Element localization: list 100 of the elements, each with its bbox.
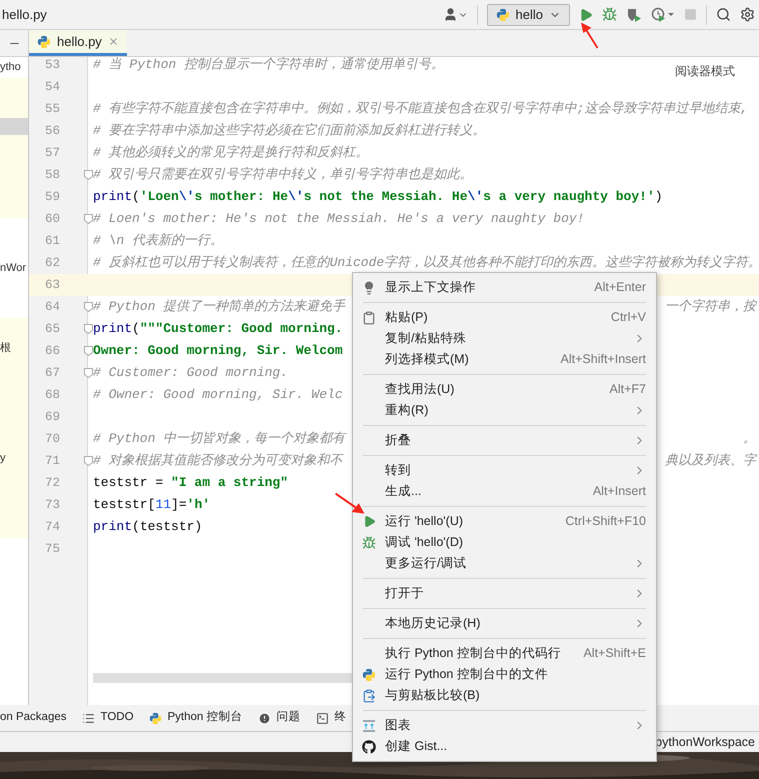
github-icon: [362, 740, 376, 754]
code-line: # Python 提供了一种简单的方法来避免手: [93, 298, 346, 316]
shortcut-label: Alt+Shift+E: [583, 645, 646, 662]
line-number: 64: [45, 298, 60, 316]
clipboard-icon: [362, 310, 376, 324]
line-number: 70: [45, 430, 60, 448]
coverage-icon[interactable]: [626, 6, 642, 22]
line-number: 57: [45, 144, 60, 162]
clipboard-compare-icon: [362, 688, 376, 702]
alert-icon: [258, 712, 271, 724]
menu-item[interactable]: 复制/粘贴特殊: [353, 329, 466, 348]
tool-window-tab[interactable]: on Packages: [0, 709, 66, 727]
run-icon[interactable]: [579, 8, 593, 22]
shortcut-label: Alt+Insert: [592, 483, 646, 500]
menu-item[interactable]: 执行 Python 控制台中的代码行: [353, 644, 561, 663]
tool-window-tab[interactable]: Python 控制台: [148, 709, 243, 727]
menu-item[interactable]: 粘贴(P): [353, 308, 428, 327]
search-icon[interactable]: [716, 7, 731, 22]
line-number: 66: [45, 342, 60, 360]
code-line: # 对象根据其值能否修改分为可变对象和不: [93, 452, 343, 470]
line-number: 62: [45, 254, 60, 272]
line-number: 61: [45, 232, 60, 250]
project-tree-item[interactable]: 根: [0, 340, 11, 356]
code-line: # 有些字符不能直接包含在字符串中。例如，双引号不能直接包含在双引号字符串中;这会导致字符串过早地结束,: [93, 100, 748, 118]
line-number: 73: [45, 496, 60, 514]
fold-marker-icon[interactable]: [84, 302, 93, 312]
fold-marker-icon[interactable]: [84, 170, 93, 180]
shortcut-label: Alt+Enter: [594, 279, 646, 296]
reader-mode-label[interactable]: 阅读器模式: [675, 62, 735, 80]
code-line: # 其他必须转义的常见字符是换行符和反斜杠。: [93, 144, 369, 162]
menu-item[interactable]: 运行 Python 控制台中的文件: [353, 665, 548, 684]
code-line: # \n 代表新的一行。: [93, 232, 224, 250]
code-line: # Customer: Good morning.: [93, 364, 288, 382]
bug-icon[interactable]: [602, 7, 617, 22]
code-line: Owner: Good morning, Sir. Welcom: [93, 342, 343, 360]
menu-item[interactable]: 与剪贴板比较(B): [353, 686, 480, 705]
line-number: 65: [45, 320, 60, 338]
code-line: 。: [743, 430, 756, 448]
menu-item[interactable]: 图表: [353, 716, 411, 735]
code-line: # 要在字符串中添加这些字符必须在它们面前添加反斜杠进行转义。: [93, 122, 486, 140]
run-config-dropdown[interactable]: hello: [486, 4, 570, 26]
code-line: # 反斜杠也可以用于转义制表符，任意的Unicode字符，以及其他各种不能打印的东西。这些字符被称为转义字符。: [93, 254, 759, 272]
fold-marker-icon[interactable]: [84, 346, 93, 356]
project-tree-item[interactable]: nWor: [0, 260, 26, 276]
menu-item[interactable]: 转到: [353, 461, 411, 480]
editor-tab[interactable]: hello.py: [29, 30, 127, 56]
fold-marker-icon[interactable]: [84, 456, 93, 466]
project-tree-item[interactable]: y: [0, 450, 6, 466]
code-line: # Loen's mother: He's not the Messiah. He's a very naughty boy!: [93, 210, 584, 228]
line-number: 53: [45, 56, 60, 74]
menu-item[interactable]: 调试 'hello'(D): [353, 533, 464, 552]
fold-marker-icon[interactable]: [84, 324, 93, 334]
project-tree-item[interactable]: ytho: [0, 59, 21, 76]
fold-marker-icon[interactable]: [84, 368, 93, 378]
menu-item[interactable]: 查找用法(U): [353, 380, 454, 399]
menu-item[interactable]: 创建 Gist...: [353, 737, 448, 756]
line-number: 69: [45, 408, 60, 426]
shortcut-label: Alt+Shift+Insert: [560, 351, 646, 368]
line-number: 63: [45, 276, 60, 294]
tool-window-tab[interactable]: 问题: [258, 709, 301, 727]
menu-item[interactable]: 打开于: [353, 584, 424, 603]
line-number: 74: [45, 518, 60, 536]
close-icon[interactable]: [108, 36, 119, 47]
menu-item[interactable]: 本地历史记录(H): [353, 614, 480, 633]
run-icon: [362, 515, 376, 528]
account-button[interactable]: [442, 7, 468, 22]
line-number: 55: [45, 100, 60, 118]
line-number: 67: [45, 364, 60, 382]
code-line: # 当 Python 控制台显示一个字符串时，通常使用单引号。: [93, 56, 444, 74]
user-icon: [442, 7, 458, 22]
menu-item[interactable]: 运行 'hello'(U): [353, 512, 464, 531]
bug-icon: [362, 536, 376, 550]
shortcut-label: Ctrl+V: [610, 309, 646, 326]
settings-icon[interactable]: [740, 7, 755, 22]
menu-item[interactable]: 更多运行/调试: [353, 554, 466, 573]
list-icon: [82, 712, 94, 724]
tool-window-tab[interactable]: TODO: [82, 709, 134, 727]
code-line: 典以及列表、字: [665, 452, 756, 470]
line-number: 59: [45, 188, 60, 206]
fold-marker-icon[interactable]: [84, 214, 93, 224]
python-logo-icon: [362, 668, 376, 682]
menu-item[interactable]: 折叠: [353, 431, 411, 450]
tool-window-tab[interactable]: 终: [316, 709, 347, 727]
python-logo-icon: [496, 8, 510, 22]
code-line: # 双引号只需要在双引号字符串中转义，单引号字符串也是如此。: [93, 166, 473, 184]
line-number: 60: [45, 210, 60, 228]
line-number: 58: [45, 166, 60, 184]
menu-item[interactable]: 重构(R): [353, 401, 428, 420]
menu-item[interactable]: 显示上下文操作: [353, 278, 476, 297]
shortcut-label: Alt+F7: [610, 381, 646, 398]
menu-item[interactable]: 生成...: [353, 482, 422, 501]
stop-icon[interactable]: [684, 8, 697, 21]
menu-item[interactable]: 列选择模式(M): [353, 350, 469, 369]
profiler-icon[interactable]: [651, 6, 675, 22]
lightbulb-icon: [362, 280, 376, 294]
project-path: pythonWorkspace: [655, 734, 755, 751]
code-line: teststr = "I am a string": [93, 474, 288, 492]
code-line: print("""Customer: Good morning.: [93, 320, 343, 338]
line-number: 56: [45, 122, 60, 140]
code-line: # Python 中一切皆对象，每一个对象都有: [93, 430, 346, 448]
